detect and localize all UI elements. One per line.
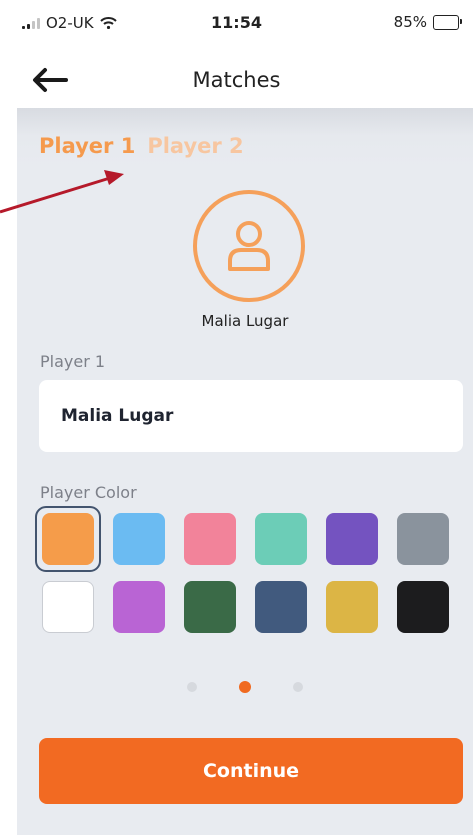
color-swatch[interactable] (113, 581, 165, 633)
page-title: Matches (192, 68, 281, 92)
tab-player-1[interactable]: Player 1 (39, 134, 135, 158)
color-swatch-grid (35, 506, 462, 633)
player-name-label: Player 1 (40, 352, 106, 371)
color-swatch[interactable] (184, 513, 236, 565)
player-tabs: Player 1 Player 2 (39, 134, 244, 158)
avatar[interactable] (193, 190, 305, 302)
status-bar: O2-UK 11:54 85% (0, 0, 473, 52)
battery-percent: 85% (393, 13, 427, 31)
player-setup-panel: Player 1 Player 2 Malia Lugar Player 1 P… (17, 108, 473, 835)
player-display-name: Malia Lugar (201, 312, 289, 330)
color-swatch[interactable] (397, 581, 449, 633)
color-swatch[interactable] (255, 581, 307, 633)
page-dot[interactable] (239, 681, 251, 693)
page-indicator (17, 681, 473, 693)
color-swatch[interactable] (184, 581, 236, 633)
user-icon (228, 221, 270, 271)
color-swatch[interactable] (42, 581, 94, 633)
color-swatch[interactable] (397, 513, 449, 565)
color-swatch[interactable] (326, 513, 378, 565)
page-dot[interactable] (293, 682, 303, 692)
color-swatch[interactable] (35, 506, 101, 572)
page-dot[interactable] (187, 682, 197, 692)
battery-icon (433, 14, 462, 30)
player-color-label: Player Color (40, 483, 137, 502)
color-swatch[interactable] (326, 581, 378, 633)
nav-header: Matches (0, 52, 473, 108)
color-swatch[interactable] (113, 513, 165, 565)
battery-info: 85% (393, 13, 462, 31)
color-swatch[interactable] (255, 513, 307, 565)
player-name-input[interactable] (39, 380, 463, 452)
tab-player-2[interactable]: Player 2 (147, 134, 243, 158)
continue-button[interactable]: Continue (39, 738, 463, 804)
